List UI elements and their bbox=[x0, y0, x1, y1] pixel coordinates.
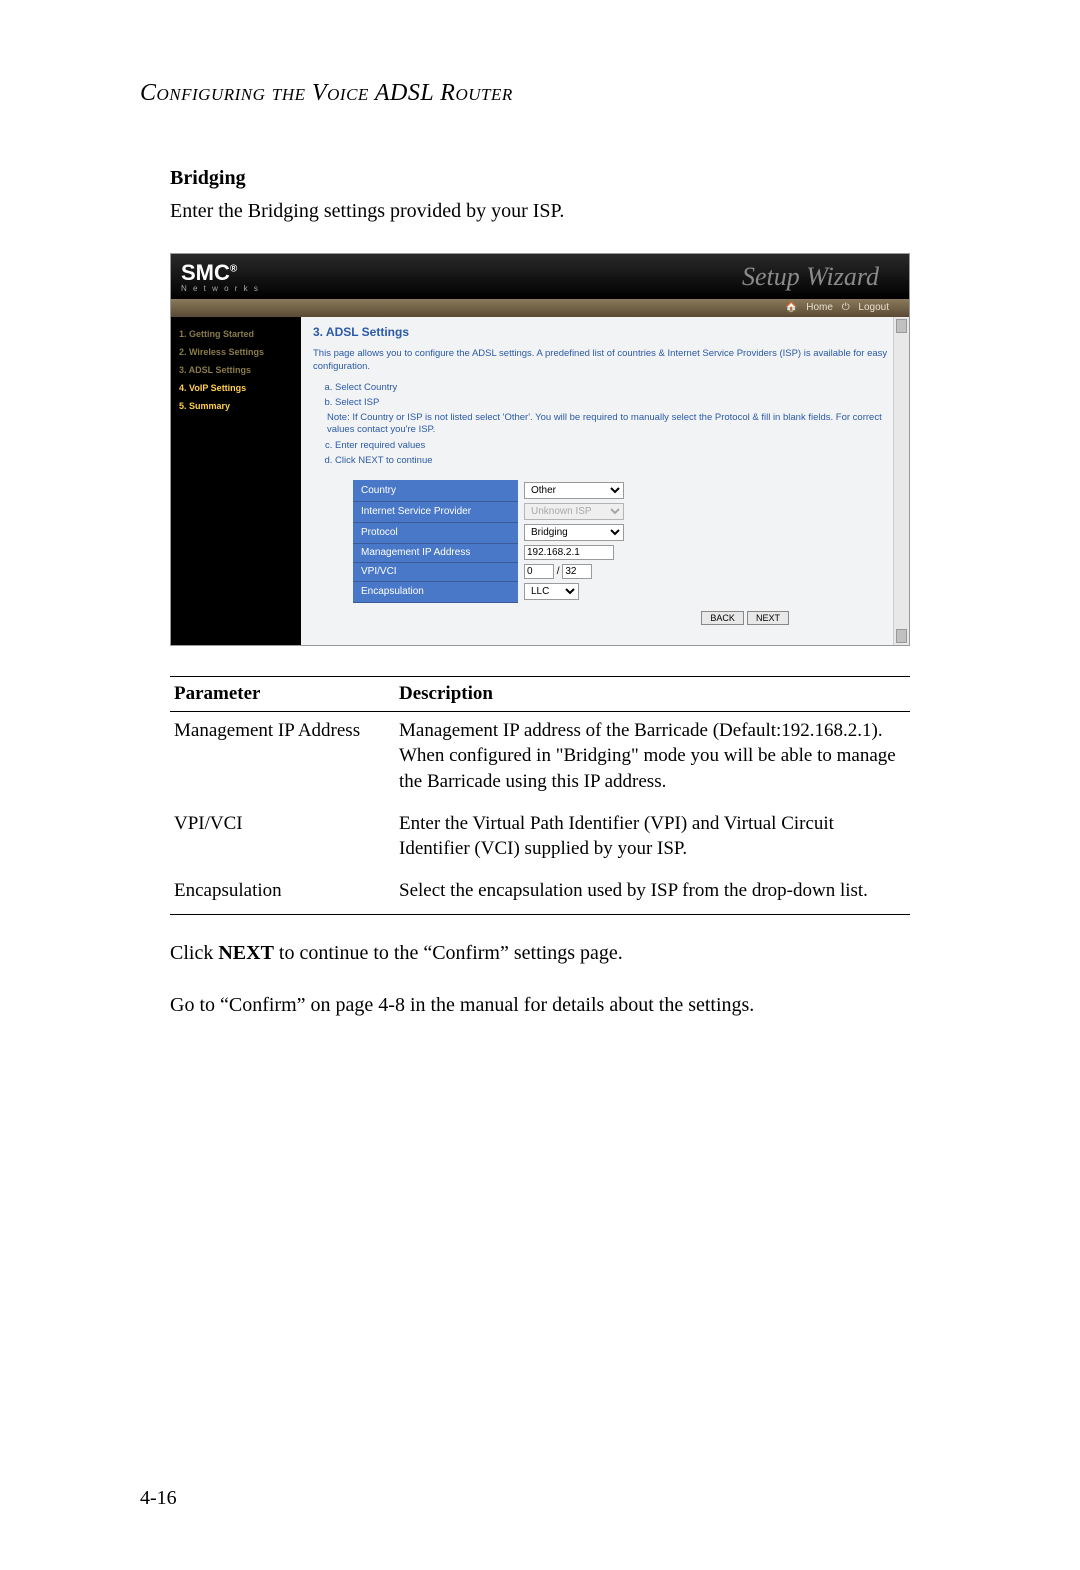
table-row: VPI/VCI Enter the Virtual Path Identifie… bbox=[170, 805, 910, 872]
desc-header: Description bbox=[395, 676, 910, 711]
sidebar-step-1[interactable]: 1. Getting Started bbox=[177, 325, 295, 343]
desc-cell: Management IP address of the Barricade (… bbox=[395, 711, 910, 804]
brand-logo: SMC® N e t w o r k s bbox=[181, 260, 260, 293]
wizard-main: 3. ADSL Settings This page allows you to… bbox=[301, 317, 909, 645]
logout-label: Logout bbox=[858, 302, 889, 313]
isp-select: Unknown ISP bbox=[524, 503, 624, 520]
registered-icon: ® bbox=[230, 264, 237, 275]
intro-text: Enter the Bridging settings provided by … bbox=[170, 200, 940, 223]
scroll-up-icon[interactable] bbox=[896, 319, 907, 333]
wizard-sidebar: 1. Getting Started 2. Wireless Settings … bbox=[171, 317, 301, 645]
text-span: to continue to the “Confirm” settings pa… bbox=[274, 942, 623, 964]
home-label: Home bbox=[806, 302, 833, 313]
panel-title: 3. ADSL Settings bbox=[313, 325, 889, 339]
mgmt-ip-input[interactable] bbox=[524, 545, 614, 560]
next-strong: NEXT bbox=[218, 942, 274, 964]
back-button[interactable]: BACK bbox=[701, 611, 744, 625]
logo-subtext: N e t w o r k s bbox=[181, 284, 260, 293]
country-select[interactable]: Other bbox=[524, 482, 624, 499]
text-span: Click bbox=[170, 942, 218, 964]
param-header: Parameter bbox=[170, 676, 395, 711]
vpi-vci-sep: / bbox=[557, 566, 560, 577]
row-isp-label: Internet Service Provider bbox=[353, 501, 518, 522]
parameter-table: Parameter Description Management IP Addr… bbox=[170, 676, 910, 915]
row-protocol-label: Protocol bbox=[353, 522, 518, 543]
step-a: Select Country bbox=[335, 382, 889, 393]
sidebar-step-5[interactable]: 5. Summary bbox=[177, 397, 295, 415]
page-number: 4-16 bbox=[140, 1487, 177, 1510]
row-mgmtip-label: Management IP Address bbox=[353, 543, 518, 562]
config-table: Country Other Internet Service Provider … bbox=[353, 480, 678, 603]
after-text-2: Go to “Confirm” on page 4-8 in the manua… bbox=[170, 991, 940, 1019]
param-cell: Management IP Address bbox=[170, 711, 395, 804]
home-link[interactable]: 🏠 Home bbox=[785, 302, 833, 313]
section-heading: Bridging bbox=[170, 167, 940, 190]
logo-text: SMC bbox=[181, 260, 230, 285]
row-vpivci-label: VPI/VCI bbox=[353, 562, 518, 581]
vpi-input[interactable] bbox=[524, 564, 554, 579]
sidebar-step-4[interactable]: 4. VoIP Settings bbox=[177, 379, 295, 397]
scroll-down-icon[interactable] bbox=[896, 629, 907, 643]
vci-input[interactable] bbox=[562, 564, 592, 579]
protocol-select[interactable]: Bridging bbox=[524, 524, 624, 541]
wizard-title: Setup Wizard bbox=[742, 262, 879, 292]
router-screenshot: SMC® N e t w o r k s Setup Wizard 🏠 Home… bbox=[170, 253, 910, 646]
scrollbar[interactable] bbox=[893, 317, 909, 645]
row-country-label: Country bbox=[353, 480, 518, 501]
logout-link[interactable]: ⏻ Logout bbox=[842, 302, 889, 313]
screenshot-header: SMC® N e t w o r k s Setup Wizard bbox=[171, 254, 909, 299]
running-header: Configuring the Voice ADSL Router bbox=[140, 80, 940, 107]
table-row: Encapsulation Select the encapsulation u… bbox=[170, 872, 910, 914]
step-d: Click NEXT to continue bbox=[335, 455, 889, 466]
table-row: Management IP Address Management IP addr… bbox=[170, 711, 910, 804]
toolbar: 🏠 Home ⏻ Logout bbox=[171, 299, 909, 317]
next-button[interactable]: NEXT bbox=[747, 611, 789, 625]
step-b: Select ISP bbox=[335, 397, 889, 408]
after-text-1: Click NEXT to continue to the “Confirm” … bbox=[170, 939, 940, 967]
panel-description: This page allows you to configure the AD… bbox=[313, 347, 889, 374]
desc-cell: Select the encapsulation used by ISP fro… bbox=[395, 872, 910, 914]
sidebar-step-2[interactable]: 2. Wireless Settings bbox=[177, 343, 295, 361]
param-cell: Encapsulation bbox=[170, 872, 395, 914]
row-encap-label: Encapsulation bbox=[353, 581, 518, 602]
sidebar-step-3[interactable]: 3. ADSL Settings bbox=[177, 361, 295, 379]
param-cell: VPI/VCI bbox=[170, 805, 395, 872]
step-note: Note: If Country or ISP is not listed se… bbox=[327, 412, 889, 437]
encap-select[interactable]: LLC bbox=[524, 583, 579, 600]
desc-cell: Enter the Virtual Path Identifier (VPI) … bbox=[395, 805, 910, 872]
step-c: Enter required values bbox=[335, 440, 889, 451]
